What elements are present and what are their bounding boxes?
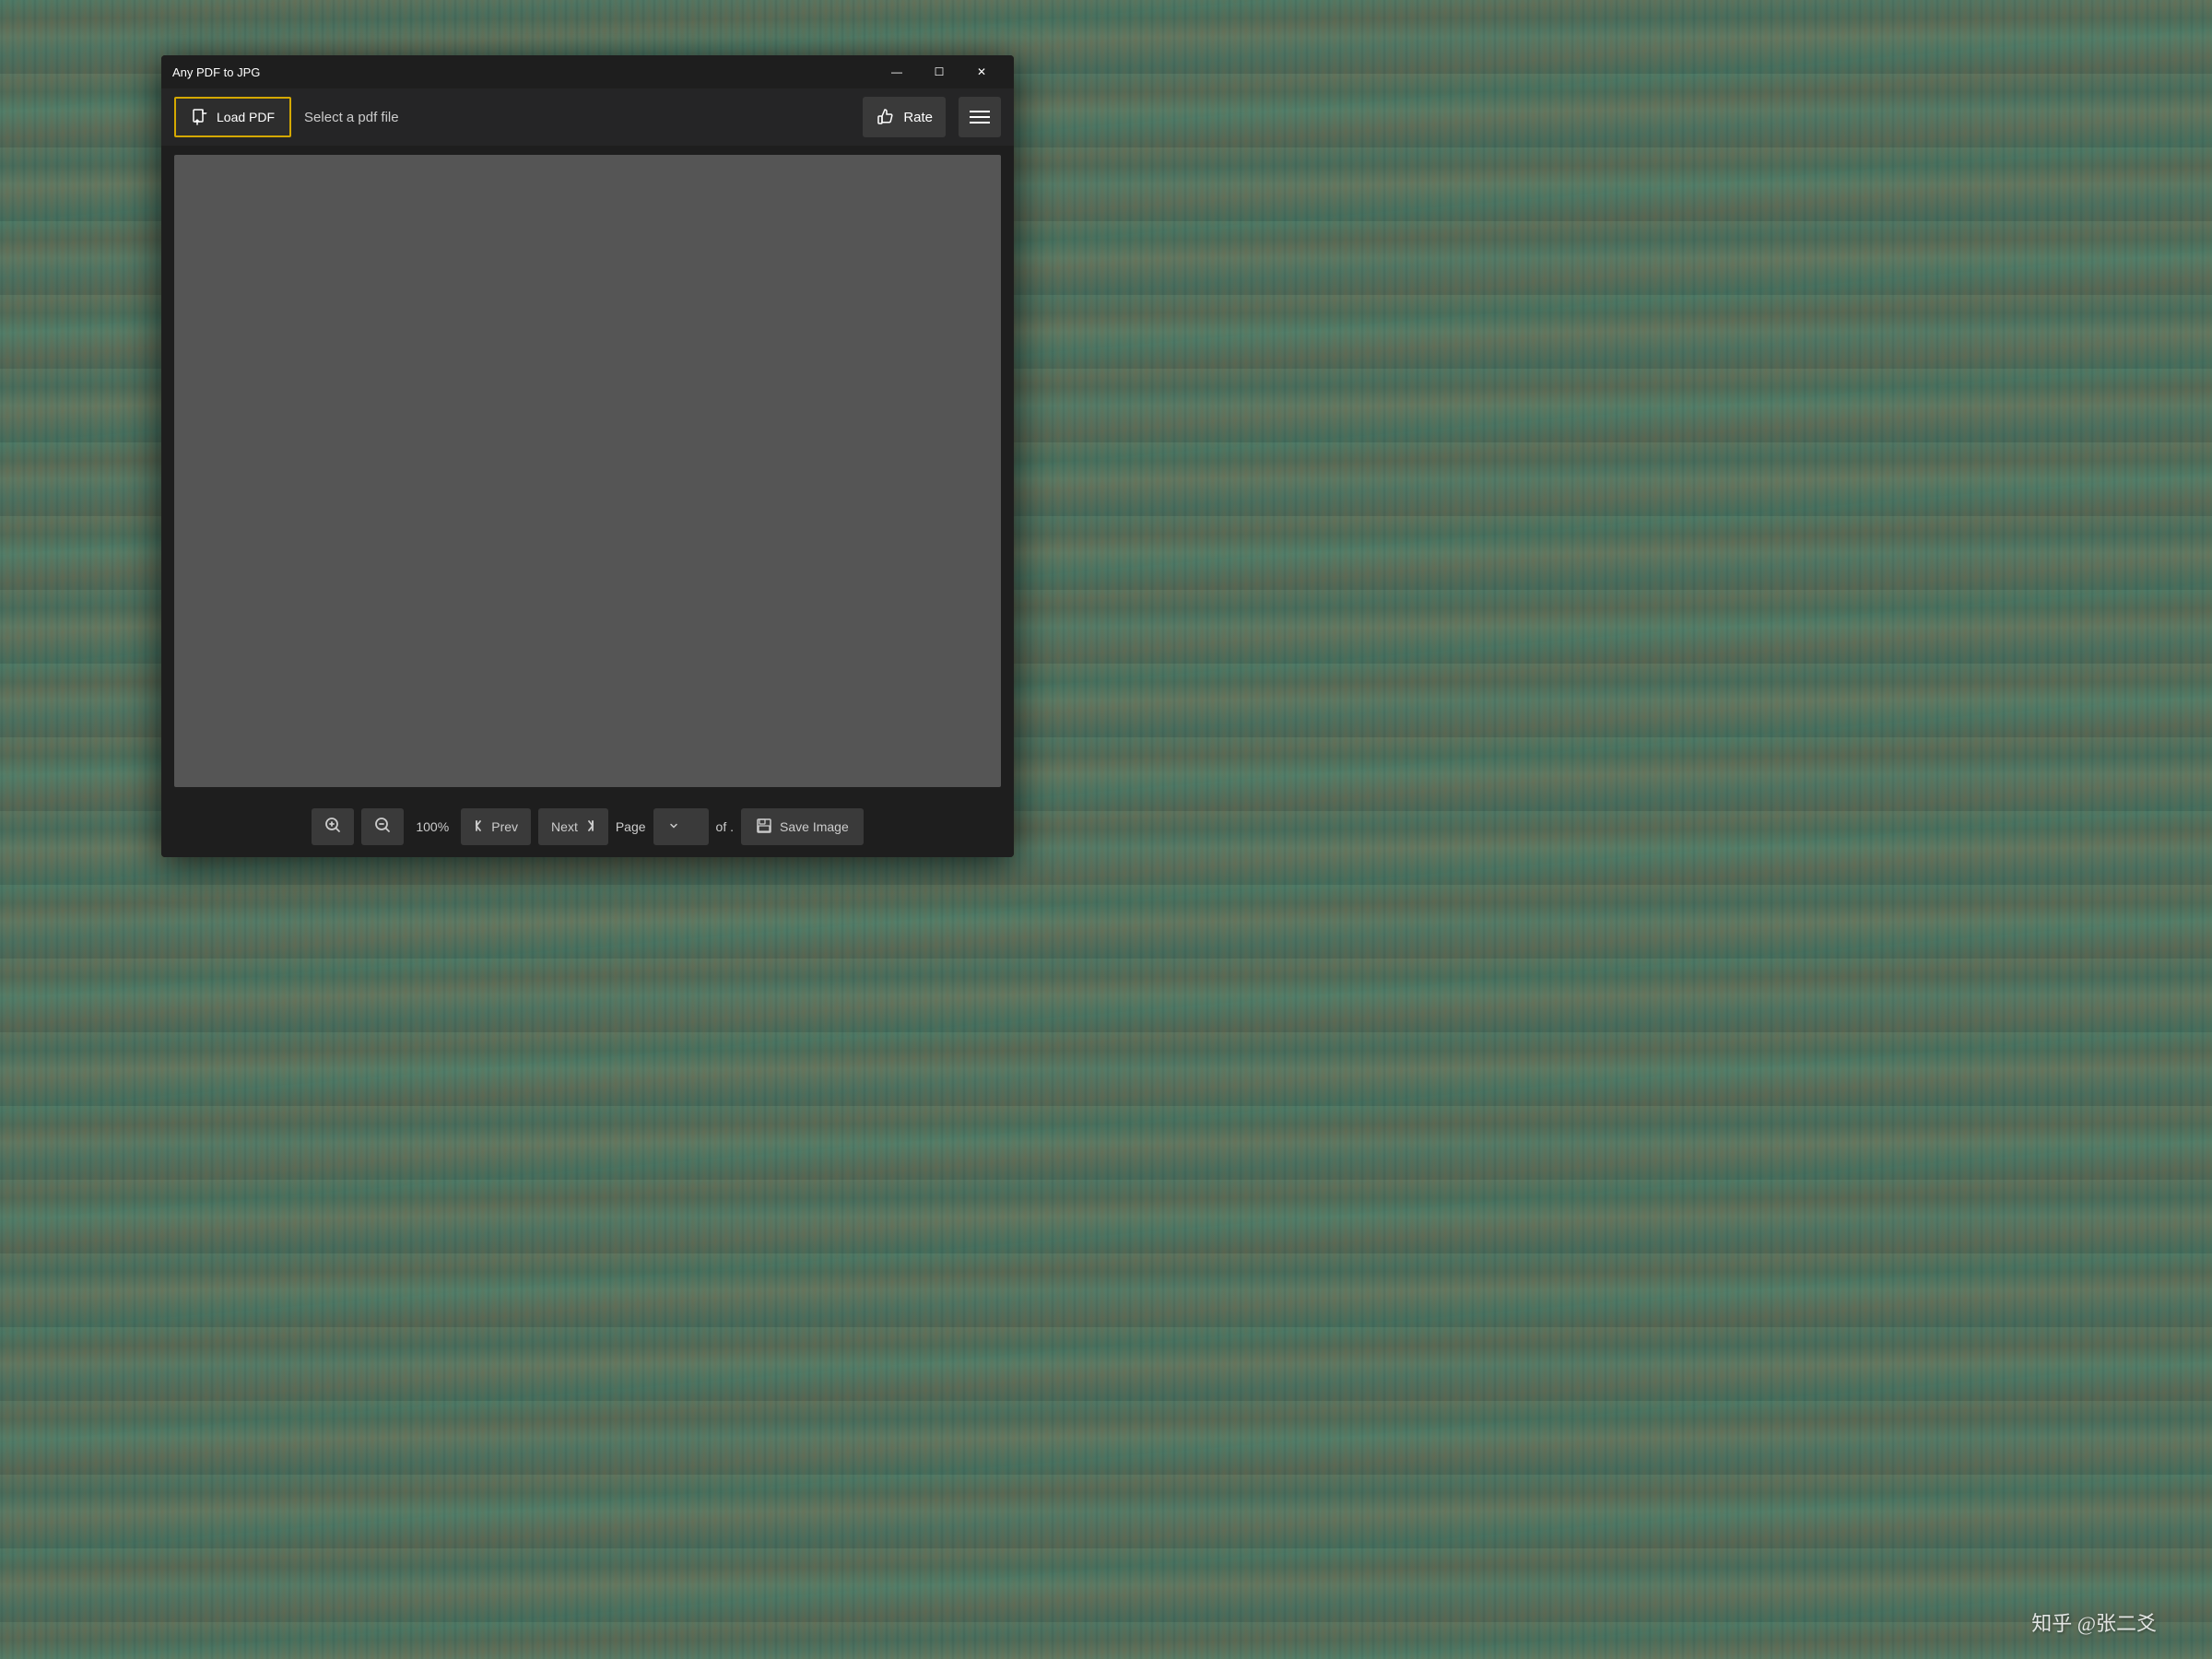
minimize-button[interactable]: —	[876, 57, 918, 87]
zoom-out-button[interactable]	[361, 808, 404, 845]
next-label: Next	[551, 819, 578, 834]
load-pdf-label: Load PDF	[217, 110, 275, 124]
of-label: of .	[716, 819, 734, 834]
main-toolbar: Load PDF Select a pdf file Rate	[161, 88, 1014, 146]
page-dropdown[interactable]	[653, 808, 709, 845]
page-label: Page	[616, 819, 646, 834]
zoom-in-icon	[324, 816, 342, 839]
app-window: Any PDF to JPG — ☐ ✕	[161, 55, 1014, 857]
app-title: Any PDF to JPG	[172, 65, 876, 79]
prev-button[interactable]: Prev	[461, 808, 531, 845]
menu-line-2	[970, 116, 990, 118]
save-icon	[756, 818, 772, 837]
watermark: 知乎 @张二爻	[2031, 1607, 2157, 1637]
load-pdf-button[interactable]: Load PDF	[174, 97, 291, 137]
menu-line-3	[970, 122, 990, 124]
save-label: Save Image	[780, 819, 849, 834]
close-button[interactable]: ✕	[960, 57, 1003, 87]
thumbsup-icon	[876, 107, 896, 127]
dropdown-chevron-icon	[668, 819, 679, 834]
window-controls: — ☐ ✕	[876, 57, 1003, 87]
zoom-out-icon	[373, 816, 392, 839]
maximize-button[interactable]: ☐	[918, 57, 960, 87]
prev-icon	[474, 819, 487, 835]
pdf-preview-canvas	[174, 155, 1001, 787]
zoom-in-button[interactable]	[312, 808, 354, 845]
rate-button[interactable]: Rate	[863, 97, 946, 137]
zoom-percent: 100%	[411, 819, 453, 834]
rate-label: Rate	[903, 110, 933, 125]
bottom-toolbar: 100% Prev Next Page	[161, 796, 1014, 857]
select-pdf-text: Select a pdf file	[304, 110, 850, 125]
preview-area	[161, 146, 1014, 796]
menu-button[interactable]	[959, 97, 1001, 137]
menu-line-1	[970, 111, 990, 112]
save-image-button[interactable]: Save Image	[741, 808, 864, 845]
prev-label: Prev	[491, 819, 518, 834]
next-button[interactable]: Next	[538, 808, 608, 845]
load-pdf-icon	[191, 108, 209, 126]
title-bar: Any PDF to JPG — ☐ ✕	[161, 55, 1014, 88]
next-icon	[582, 819, 595, 835]
